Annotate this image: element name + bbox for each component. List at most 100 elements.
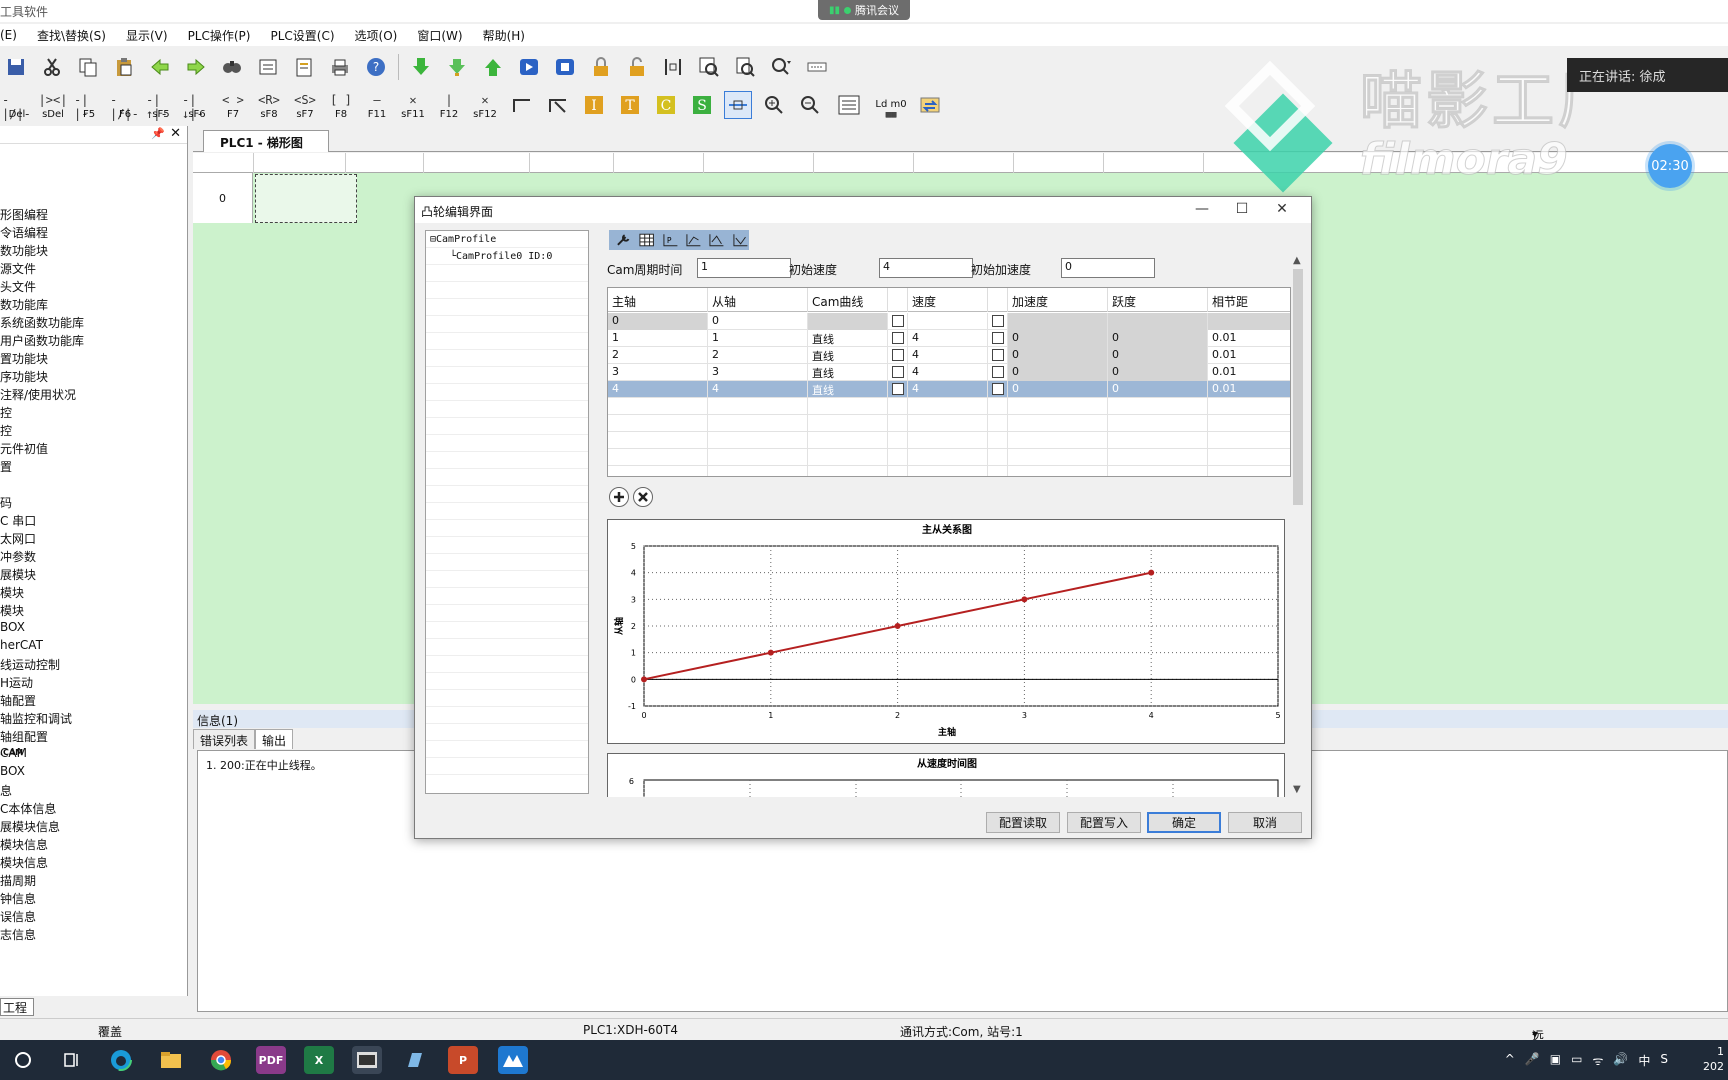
cell-curve[interactable]: 直线: [808, 381, 888, 398]
tree-item[interactable]: 轴配置: [0, 692, 36, 709]
data-point[interactable]: [1148, 569, 1155, 576]
tray-icon[interactable]: ᯤ: [1592, 1052, 1603, 1069]
scroll-up-icon[interactable]: ▲: [1293, 255, 1301, 266]
tree-item[interactable]: 模块信息: [0, 854, 48, 871]
data-point[interactable]: [1021, 596, 1028, 603]
ladder-key-sf11[interactable]: ✕ sF11: [398, 90, 428, 120]
cell-acc[interactable]: 0: [1008, 330, 1108, 347]
paste-icon[interactable]: [110, 53, 138, 81]
zoom-doc-icon[interactable]: [731, 53, 759, 81]
tray-icon[interactable]: ▣: [1550, 1052, 1561, 1069]
cell-acc[interactable]: 0: [1008, 347, 1108, 364]
tree-item[interactable]: 元件初值: [0, 440, 48, 457]
menu-item[interactable]: 选项(O): [355, 27, 398, 44]
tree-item[interactable]: BOX: [0, 620, 25, 634]
find-icon[interactable]: [218, 53, 246, 81]
column-header[interactable]: [888, 288, 908, 312]
instruction-i-icon[interactable]: I: [580, 91, 608, 119]
config-write-button[interactable]: 配置写入: [1067, 812, 1141, 833]
tab-output[interactable]: 输出: [255, 729, 294, 749]
tree-item[interactable]: 展模块信息: [0, 818, 60, 835]
tray-icon[interactable]: 中: [1638, 1052, 1650, 1069]
cell-master[interactable]: 4: [608, 381, 708, 398]
tree-item[interactable]: 模块: [0, 584, 24, 601]
ladder-cursor-cell[interactable]: [255, 174, 357, 223]
save-icon[interactable]: [2, 53, 30, 81]
cell-check[interactable]: [888, 330, 908, 347]
checkbox[interactable]: [892, 383, 904, 395]
tree-item[interactable]: herCAT: [0, 638, 43, 652]
checkbox[interactable]: [892, 366, 904, 378]
checkbox[interactable]: [992, 349, 1004, 361]
cell-curve[interactable]: 直线: [808, 347, 888, 364]
add-row-button[interactable]: [609, 487, 629, 507]
cell-curve[interactable]: 直线: [808, 364, 888, 381]
tree-item[interactable]: H运动: [0, 674, 33, 691]
close-icon[interactable]: ✕: [170, 126, 181, 141]
table-row[interactable]: 3 3 直线 4 0 0 0.01: [608, 364, 1290, 381]
bus-icon[interactable]: [724, 91, 752, 119]
cell-master[interactable]: 3: [608, 364, 708, 381]
list-icon[interactable]: [254, 53, 282, 81]
scroll-thumb[interactable]: [1293, 269, 1303, 505]
meeting-indicator[interactable]: ▮▮ 腾讯会议: [818, 0, 910, 20]
list-view-icon[interactable]: [832, 91, 866, 119]
checkbox[interactable]: [892, 332, 904, 344]
menu-item[interactable]: 显示(V): [126, 27, 168, 44]
tree-item[interactable]: 描周期: [0, 872, 36, 889]
checkbox[interactable]: [992, 332, 1004, 344]
table-row[interactable]: 4 4 直线 4 0 0 0.01: [608, 381, 1290, 398]
zoom-out-icon[interactable]: [796, 91, 824, 119]
menu-item[interactable]: (E): [0, 28, 17, 42]
cell-pitch[interactable]: 0.01: [1208, 347, 1290, 364]
data-point[interactable]: [767, 649, 774, 656]
ladder-key-f11[interactable]: — F11: [362, 90, 392, 120]
init-acc-input[interactable]: 0: [1061, 258, 1155, 278]
tray-icon[interactable]: 🔊: [1613, 1052, 1628, 1069]
tab-error-list[interactable]: 错误列表: [193, 729, 256, 749]
tree-item[interactable]: BOX: [0, 764, 25, 778]
checkbox[interactable]: [992, 315, 1004, 327]
table-icon[interactable]: [638, 232, 655, 248]
cell-acc[interactable]: [1008, 313, 1108, 330]
undo-icon[interactable]: [146, 53, 174, 81]
cell-pitch[interactable]: 0.01: [1208, 364, 1290, 381]
ladder-key-sf5[interactable]: -|↑|- sF5: [146, 90, 176, 121]
config-read-button[interactable]: 配置读取: [986, 812, 1060, 833]
cell-check[interactable]: [988, 364, 1008, 381]
ladder-key-f7[interactable]: < > F7: [218, 90, 248, 120]
cell-master[interactable]: 1: [608, 330, 708, 347]
dialog-scrollbar[interactable]: ▲ ▼: [1291, 255, 1305, 795]
menu-item[interactable]: PLC操作(P): [188, 27, 251, 44]
cell-check[interactable]: [988, 347, 1008, 364]
checkbox[interactable]: [992, 366, 1004, 378]
menu-item[interactable]: 窗口(W): [417, 27, 462, 44]
checkbox[interactable]: [992, 383, 1004, 395]
tree-item[interactable]: 令语编程: [0, 224, 48, 241]
cell-pitch[interactable]: 0.01: [1208, 381, 1290, 398]
cell-check[interactable]: [888, 347, 908, 364]
cell-jerk[interactable]: 0: [1108, 347, 1208, 364]
ladder-key-f5[interactable]: -| |- F5: [74, 90, 104, 121]
cell-jerk[interactable]: [1108, 313, 1208, 330]
ladder-key-sf8[interactable]: <R> sF8: [254, 90, 284, 120]
instruction-t-icon[interactable]: T: [616, 91, 644, 119]
velocity-chart-icon[interactable]: [685, 232, 702, 248]
branch-icon[interactable]: [508, 91, 536, 119]
wrench-icon[interactable]: [615, 232, 632, 248]
cell-slave[interactable]: 1: [708, 330, 808, 347]
tree-item[interactable]: 数功能块: [0, 242, 48, 259]
cell-speed[interactable]: 4: [908, 381, 988, 398]
cell-curve[interactable]: 直线: [808, 330, 888, 347]
pin-icon[interactable]: 📌: [151, 127, 165, 140]
cell-speed[interactable]: 4: [908, 330, 988, 347]
checkbox[interactable]: [892, 315, 904, 327]
position-chart-icon[interactable]: P: [662, 232, 679, 248]
project-tab[interactable]: 工程: [0, 998, 34, 1016]
instruction-c-icon[interactable]: C: [652, 91, 680, 119]
maximize-icon[interactable]: ☐: [1233, 201, 1251, 219]
ld-m0-button[interactable]: Ld m0 ▦▦: [874, 90, 908, 120]
scroll-down-icon[interactable]: ▼: [1293, 784, 1301, 795]
cell-check[interactable]: [888, 364, 908, 381]
instruction-s-icon[interactable]: S: [688, 91, 716, 119]
